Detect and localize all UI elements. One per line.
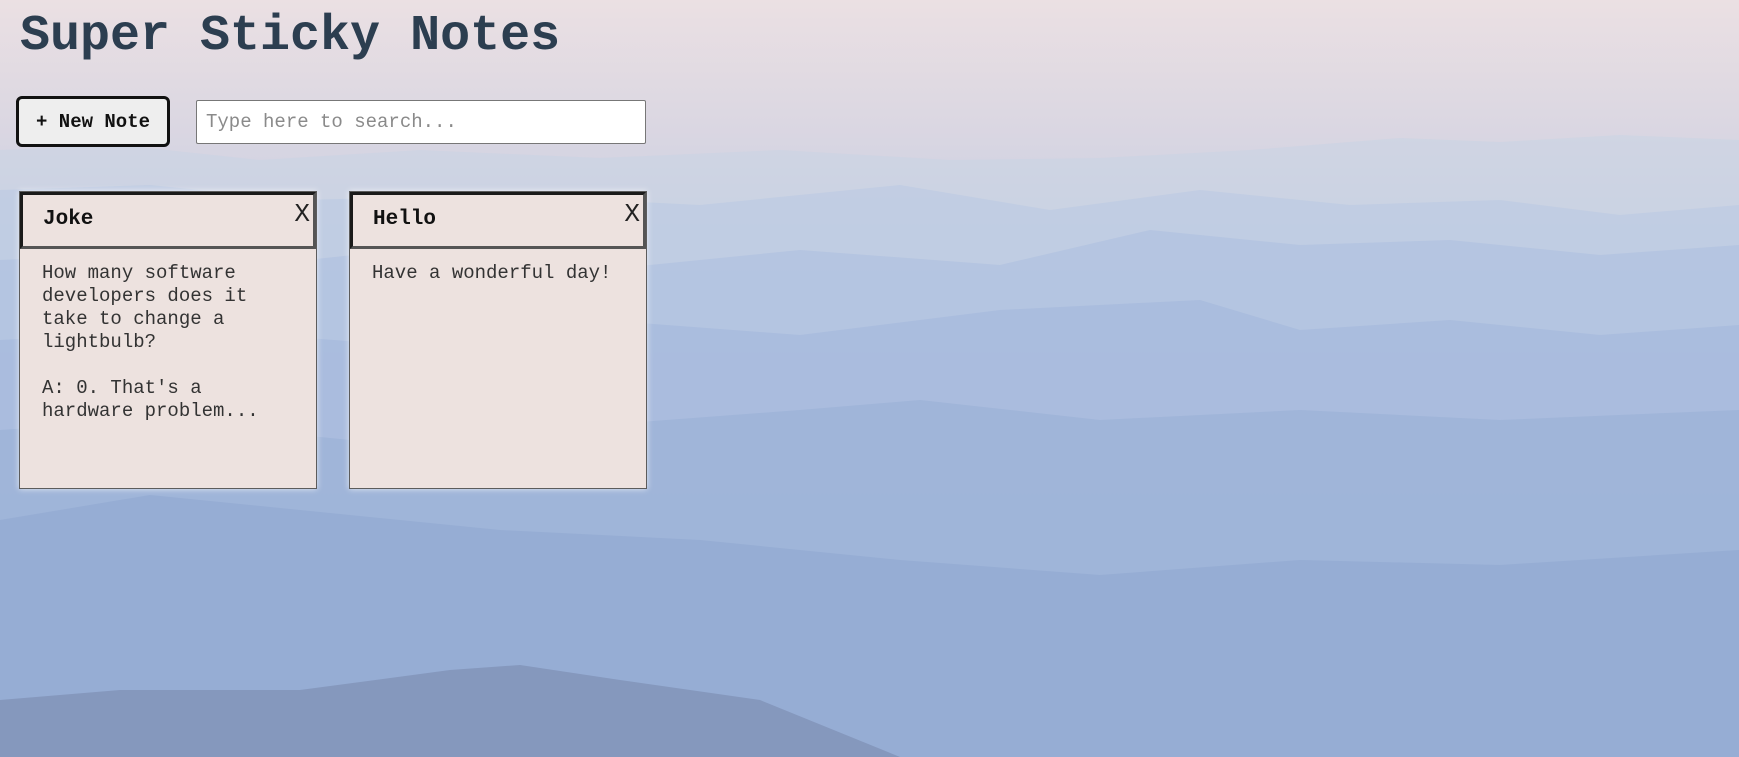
note-title[interactable]: Hello (373, 208, 436, 231)
search-input[interactable] (196, 100, 646, 144)
close-icon[interactable]: X (294, 201, 310, 227)
note-title-field[interactable]: Joke X (20, 192, 316, 249)
new-note-button[interactable]: + New Note (16, 96, 170, 147)
note-card-hello[interactable]: Hello X Have a wonderful day! (349, 191, 647, 489)
note-card-joke[interactable]: Joke X How many software developers does… (19, 191, 317, 489)
app-title: Super Sticky Notes (20, 8, 561, 65)
note-title[interactable]: Joke (43, 208, 93, 231)
note-title-field[interactable]: Hello X (350, 192, 646, 249)
note-body-field[interactable]: How many software developers does it tak… (42, 262, 302, 423)
note-body-field[interactable]: Have a wonderful day! (372, 262, 632, 285)
close-icon[interactable]: X (624, 201, 640, 227)
